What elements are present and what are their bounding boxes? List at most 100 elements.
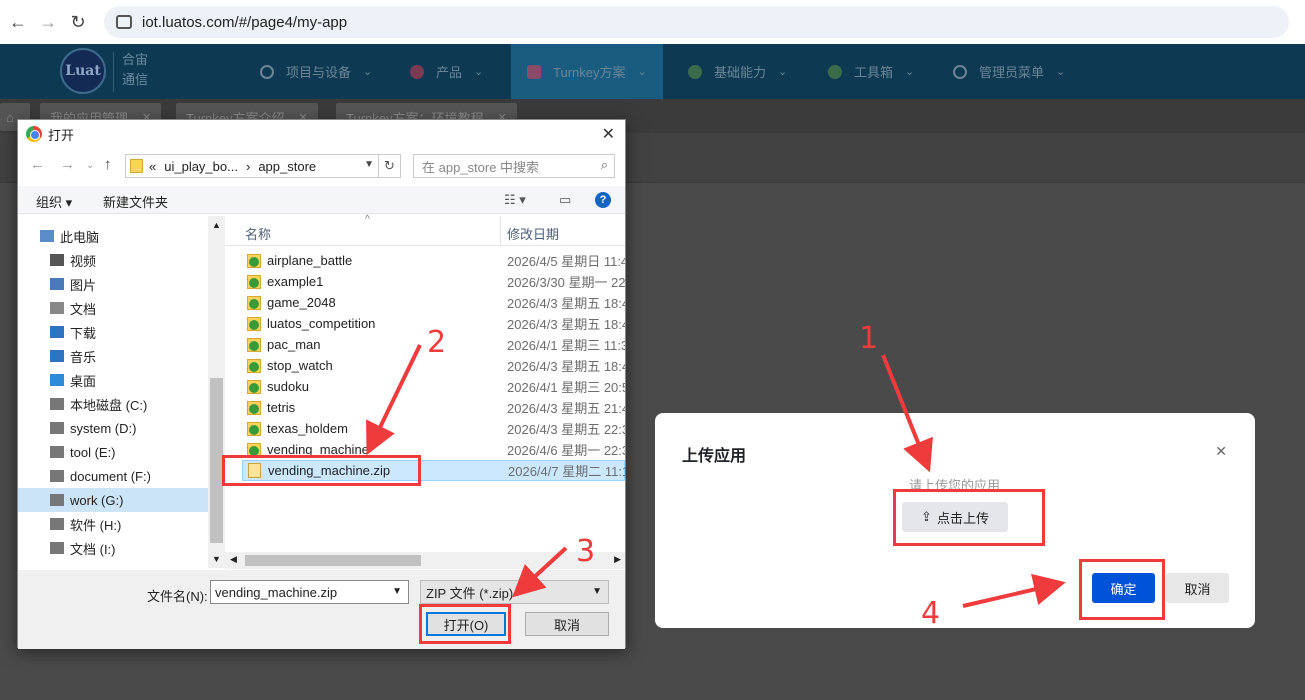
menu-tools[interactable]: 工具箱 ⌄	[828, 44, 914, 99]
nav-item[interactable]: 桌面	[18, 368, 208, 392]
nav-item[interactable]: 文档 (I:)	[18, 536, 208, 560]
gear-icon	[953, 64, 967, 79]
nav-item[interactable]: system (D:)	[18, 416, 208, 440]
file-row[interactable]: texas_holdem 2026/4/3 星期五 22:3	[242, 418, 625, 439]
nav-item-label: 软件 (H:)	[70, 517, 122, 533]
scroll-thumb[interactable]	[245, 555, 421, 566]
menu-admin[interactable]: 管理员菜单 ⌄	[953, 44, 1065, 99]
file-name: sudoku	[267, 379, 309, 394]
highlight-box-open	[419, 604, 511, 644]
nav-item[interactable]: 文档	[18, 296, 208, 320]
nav-item[interactable]: 下载	[18, 320, 208, 344]
sync-check-icon	[249, 277, 259, 288]
list-header: 名称 ^ 修改日期	[225, 214, 625, 246]
back-icon[interactable]: ←	[6, 10, 30, 34]
file-row[interactable]: game_2048 2026/4/3 星期五 18:4	[242, 292, 625, 313]
reload-icon[interactable]: ↻	[66, 10, 90, 34]
menu-products[interactable]: 产品 ⌄	[410, 44, 483, 99]
chevron-down-icon[interactable]: ▼	[392, 586, 402, 597]
music-icon	[50, 350, 64, 362]
help-icon[interactable]: ?	[595, 192, 611, 208]
view-options-icon[interactable]: ☷ ▾	[504, 192, 526, 208]
forward-icon[interactable]: →	[36, 10, 60, 34]
menu-projects[interactable]: 项目与设备 ⌄	[260, 44, 372, 99]
chevron-down-icon: ⌄	[1056, 66, 1066, 78]
chevron-up-icon[interactable]: ▲	[212, 220, 221, 230]
highlight-box-file	[222, 455, 421, 486]
chevron-left-icon[interactable]: ◀	[230, 554, 237, 565]
filetype-select[interactable]: ZIP 文件 (*.zip) ▼	[420, 580, 609, 604]
preview-pane-icon[interactable]: ▭	[559, 192, 571, 208]
refresh-icon[interactable]: ↻	[378, 155, 400, 177]
site-settings-icon[interactable]	[116, 15, 132, 29]
drive-icon	[50, 518, 64, 530]
file-date: 2026/4/7 星期二 11:1	[508, 464, 626, 479]
picture-icon	[50, 278, 64, 290]
nav-item[interactable]: tool (E:)	[18, 440, 208, 464]
file-name: airplane_battle	[267, 253, 353, 268]
chevron-down-icon: ⌄	[778, 66, 788, 78]
organize-button[interactable]: 组织 ▾	[36, 192, 72, 211]
file-row[interactable]: airplane_battle 2026/4/5 星期日 11:4	[242, 250, 625, 271]
folder-icon	[247, 253, 261, 268]
filename-input[interactable]: vending_machine.zip ▼	[210, 580, 409, 604]
chevron-down-icon[interactable]: ▼	[364, 159, 374, 170]
column-name[interactable]: 名称	[245, 224, 271, 243]
shield-icon	[260, 64, 274, 79]
nav-item[interactable]: 图片	[18, 272, 208, 296]
back-icon[interactable]: ←	[30, 156, 45, 173]
file-name: luatos_competition	[267, 316, 376, 331]
drive-icon	[50, 494, 64, 506]
new-folder-button[interactable]: 新建文件夹	[103, 192, 168, 211]
folder-icon	[130, 159, 143, 173]
dialog-toolbar: 组织 ▾ 新建文件夹 ☷ ▾ ▭ ?	[18, 186, 625, 214]
nav-item[interactable]: 音乐	[18, 344, 208, 368]
chevron-right-icon[interactable]: ▶	[614, 554, 621, 565]
column-date[interactable]: 修改日期	[507, 224, 559, 243]
nav-item[interactable]: work (G:)	[18, 488, 208, 512]
nav-item-label: 桌面	[70, 373, 97, 389]
nav-item-label: document (F:)	[70, 468, 151, 484]
chevron-down-icon[interactable]: ▼	[212, 554, 221, 564]
close-icon[interactable]: ✕	[1215, 443, 1227, 460]
brand-name: 合宙 通信	[122, 52, 149, 87]
nav-item[interactable]: document (F:)	[18, 464, 208, 488]
list-hscrollbar[interactable]: ◀ ▶	[225, 552, 625, 569]
file-open-dialog: 打开 ✕ ← → ⌄ ↑ « ui_play_bo... › app_store…	[17, 119, 626, 649]
nav-item-label: 音乐	[70, 349, 97, 365]
file-date: 2026/3/30 星期一 22:	[507, 275, 625, 290]
menu-basic[interactable]: 基础能力 ⌄	[688, 44, 787, 99]
file-date: 2026/4/3 星期五 21:4	[507, 401, 625, 416]
nav-item[interactable]: 软件 (H:)	[18, 512, 208, 536]
breadcrumb-segment[interactable]: app_store	[258, 159, 316, 174]
nav-item-label: 图片	[70, 277, 97, 293]
nav-item[interactable]: 视频	[18, 248, 208, 272]
sync-check-icon	[249, 298, 259, 309]
nav-item-label: 视频	[70, 253, 97, 269]
app-header: Luat 合宙 通信 项目与设备 ⌄ 产品 ⌄ Turnkey方案 ⌄ 基础能力 ⌄ 工…	[0, 44, 1305, 99]
folder-icon	[247, 379, 261, 394]
sync-check-icon	[249, 256, 259, 267]
up-icon[interactable]: ↑	[104, 156, 112, 173]
nav-item[interactable]: 此电脑	[18, 224, 208, 248]
cancel-button[interactable]: 取消	[525, 612, 609, 636]
nav-scrollbar[interactable]: ▲ ▼	[208, 216, 225, 568]
recent-dropdown-icon[interactable]: ⌄	[86, 160, 94, 171]
menu-turnkey[interactable]: Turnkey方案 ⌄	[511, 44, 663, 99]
folder-icon	[247, 400, 261, 415]
nav-item-label: 本地磁盘 (C:)	[70, 397, 148, 413]
cancel-button[interactable]: 取消	[1166, 573, 1229, 603]
file-row[interactable]: sudoku 2026/4/1 星期三 20:5	[242, 376, 625, 397]
file-row[interactable]: tetris 2026/4/3 星期五 21:4	[242, 397, 625, 418]
file-name: example1	[267, 274, 324, 289]
breadcrumb-segment[interactable]: ui_play_bo...	[164, 159, 238, 174]
forward-icon[interactable]: →	[60, 156, 75, 173]
nav-item[interactable]: 本地磁盘 (C:)	[18, 392, 208, 416]
search-input[interactable]: 在 app_store 中搜索 ⌕	[413, 154, 615, 178]
logo: Luat	[60, 48, 106, 94]
close-icon[interactable]: ✕	[602, 124, 615, 144]
file-row[interactable]: example1 2026/3/30 星期一 22:	[242, 271, 625, 292]
folder-icon	[247, 316, 261, 331]
path-breadcrumb[interactable]: « ui_play_bo... › app_store ▼ ↻	[125, 154, 401, 178]
address-bar[interactable]: iot.luatos.com/#/page4/my-app	[104, 6, 1289, 38]
